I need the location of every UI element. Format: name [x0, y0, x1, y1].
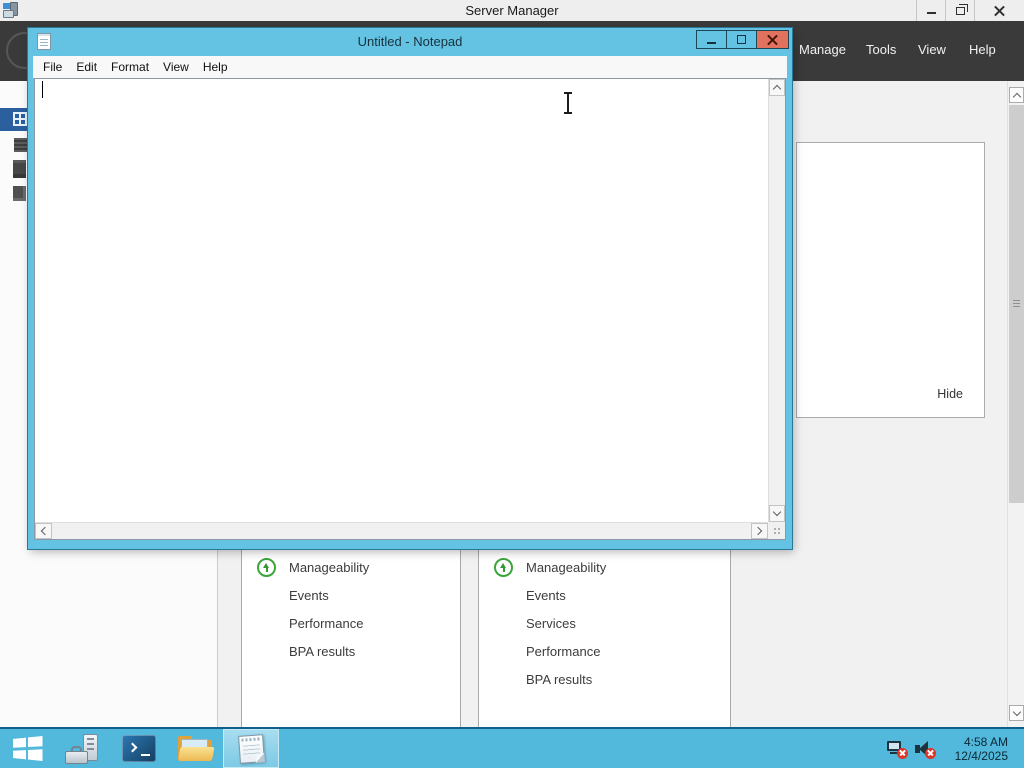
tile2-status-label: Manageability: [526, 559, 607, 575]
chevron-left-icon: [40, 526, 50, 536]
notepad-icon: [237, 733, 265, 764]
taskbar-powershell-button[interactable]: [111, 729, 167, 768]
thumb-grip-icon: [1013, 300, 1020, 307]
local-server-icon[interactable]: [14, 138, 27, 152]
clock-date: 12/4/2025: [954, 748, 1008, 763]
chevron-up-icon: [772, 84, 782, 94]
close-button[interactable]: [974, 0, 1024, 21]
minimize-icon: [926, 12, 936, 14]
notepad-close-button[interactable]: [756, 30, 789, 49]
server-manager-icon: [65, 733, 101, 764]
tile2-services-row[interactable]: Services: [479, 609, 730, 637]
welcome-panel: Hide: [796, 142, 985, 418]
tile1-bpa-label: BPA results: [289, 643, 356, 659]
menu-file[interactable]: File: [36, 60, 69, 74]
chevron-up-icon: [1012, 92, 1021, 101]
system-tray: 4:58 AM 12/4/2025: [886, 729, 1024, 768]
vscroll-up-button[interactable]: [769, 79, 785, 96]
chevron-down-icon: [1012, 707, 1021, 716]
maximize-icon: [737, 35, 746, 44]
taskbar-notepad-button[interactable]: [223, 729, 279, 768]
menu-help[interactable]: Help: [196, 60, 235, 74]
tile2-performance-row[interactable]: Performance: [479, 637, 730, 665]
restore-icon: [955, 4, 968, 15]
scroll-up-button[interactable]: [1009, 87, 1024, 103]
chevron-right-icon: [753, 526, 763, 536]
server-manager-titlebar: Server Manager: [0, 0, 1024, 21]
dashboard-scrollbar[interactable]: [1007, 81, 1024, 727]
text-caret: [42, 81, 43, 98]
network-error-icon[interactable]: [886, 739, 908, 759]
tile2-manageability-row[interactable]: Manageability: [479, 553, 730, 581]
menu-view[interactable]: View: [156, 60, 196, 74]
vscroll-down-button[interactable]: [769, 505, 785, 522]
tile2-bpa-row[interactable]: BPA results: [479, 665, 730, 693]
powershell-icon: [122, 735, 156, 762]
taskbar-server-manager-button[interactable]: [55, 729, 111, 768]
taskbar: 4:58 AM 12/4/2025: [0, 727, 1024, 768]
all-servers-icon[interactable]: [13, 160, 26, 178]
notepad-maximize-button[interactable]: [726, 30, 757, 49]
nav-help[interactable]: Help: [969, 42, 996, 57]
chevron-down-icon: [772, 507, 782, 517]
error-badge-icon: [925, 747, 936, 759]
mouse-cursor-ibeam: [562, 92, 574, 114]
hscroll-left-button[interactable]: [35, 523, 52, 539]
role-tile-1: Manageability Events Performance BPA res…: [241, 549, 461, 727]
notepad-window: Untitled - Notepad File Edit Format View…: [28, 28, 792, 549]
tile1-events-label: Events: [289, 587, 329, 603]
start-button[interactable]: [0, 729, 55, 768]
hide-button[interactable]: Hide: [937, 387, 963, 401]
resize-grip[interactable]: [768, 522, 785, 539]
taskbar-clock[interactable]: 4:58 AM 12/4/2025: [942, 735, 1018, 763]
notepad-minimize-button[interactable]: [696, 30, 727, 49]
notepad-titlebar[interactable]: Untitled - Notepad: [28, 28, 792, 56]
scrollbar-thumb[interactable]: [1009, 105, 1024, 503]
tile2-bpa-label: BPA results: [526, 671, 593, 687]
folder-icon: [178, 735, 215, 762]
windows-logo-icon: [12, 736, 43, 761]
tile1-bpa-row[interactable]: BPA results: [242, 637, 460, 665]
menu-edit[interactable]: Edit: [69, 60, 104, 74]
taskbar-explorer-button[interactable]: [167, 729, 223, 768]
tile2-events-label: Events: [526, 587, 566, 603]
tile2-services-label: Services: [526, 615, 576, 631]
menu-format[interactable]: Format: [104, 60, 156, 74]
minimize-icon: [707, 41, 716, 44]
server-manager-title: Server Manager: [465, 3, 559, 18]
clock-time: 4:58 AM: [963, 734, 1008, 749]
tile1-events-row[interactable]: Events: [242, 581, 460, 609]
file-storage-services-icon[interactable]: [13, 186, 26, 201]
tile2-performance-label: Performance: [526, 643, 601, 659]
tile1-performance-row[interactable]: Performance: [242, 609, 460, 637]
tile1-status-label: Manageability: [289, 559, 370, 575]
nav-view[interactable]: View: [918, 42, 946, 57]
close-icon: [767, 34, 778, 45]
dashboard-icon: [13, 112, 27, 126]
notepad-menubar: File Edit Format View Help: [33, 56, 787, 78]
tile1-manageability-row[interactable]: Manageability: [242, 553, 460, 581]
nav-tools[interactable]: Tools: [866, 42, 896, 57]
scroll-down-button[interactable]: [1009, 705, 1024, 721]
tile2-events-row[interactable]: Events: [479, 581, 730, 609]
minimize-button[interactable]: [916, 0, 945, 21]
notepad-vscrollbar[interactable]: [768, 79, 785, 522]
error-badge-icon: [897, 747, 908, 759]
nav-manage[interactable]: Manage: [799, 42, 846, 57]
restore-button[interactable]: [945, 0, 974, 21]
notepad-window-controls: [696, 30, 789, 49]
tile1-performance-label: Performance: [289, 615, 364, 631]
volume-muted-icon[interactable]: [914, 739, 936, 759]
close-icon: [994, 5, 1005, 16]
notepad-title: Untitled - Notepad: [357, 34, 463, 49]
notepad-text-area[interactable]: [35, 79, 768, 522]
notepad-hscrollbar[interactable]: [35, 522, 768, 539]
notepad-text-container: [34, 78, 786, 540]
status-up-arrow-icon: [494, 557, 513, 577]
role-tile-2: Manageability Events Services Performanc…: [478, 549, 731, 727]
desktop-screen: Server Manager Manage Tools View Help Hi…: [0, 0, 1024, 768]
hscroll-right-button[interactable]: [751, 523, 768, 539]
server-manager-window-controls: [916, 0, 1024, 21]
status-up-arrow-icon: [257, 557, 276, 577]
